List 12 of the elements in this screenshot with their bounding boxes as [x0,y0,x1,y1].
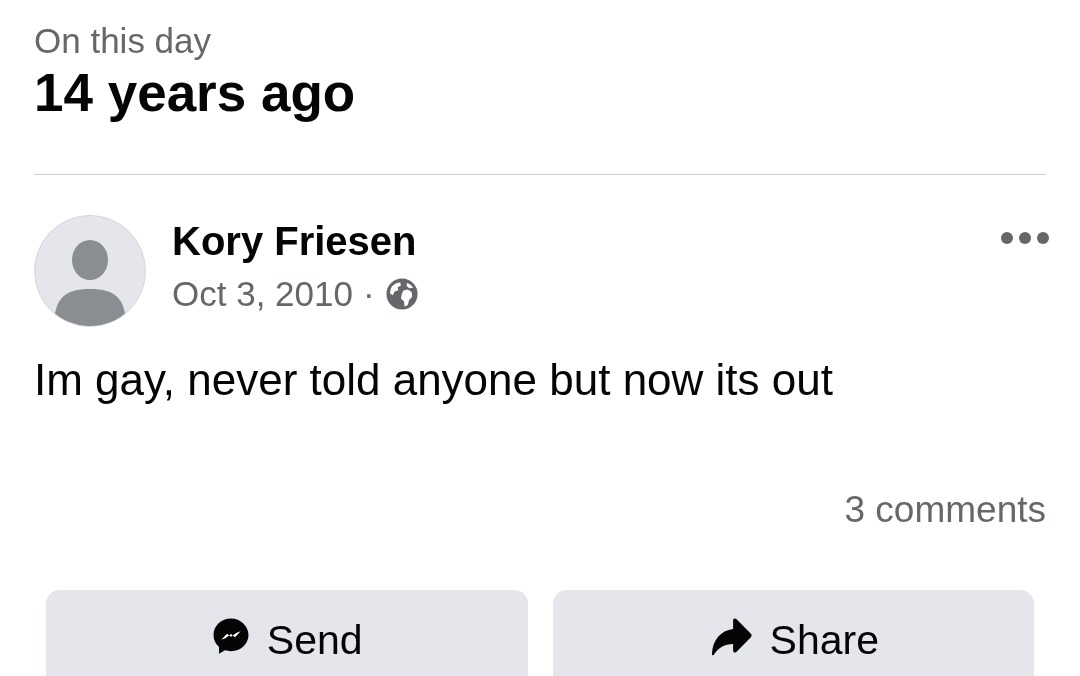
share-button[interactable]: Share [552,590,1034,676]
caption-text: On this day [34,20,212,62]
separator-text: · [362,273,375,315]
author-name[interactable]: Kory Friesen [172,217,417,265]
more-options-icon[interactable] [1000,231,1050,245]
post-date[interactable]: Oct 3, 2010 [172,273,353,315]
post-text: Im gay, never told anyone but now its out [34,354,833,406]
avatar-silhouette-icon[interactable] [34,215,146,327]
memory-title: 14 years ago [34,62,356,124]
comment-count-link[interactable]: 3 comments [844,488,1046,532]
send-button[interactable]: Send [46,590,528,676]
globe-icon [384,277,419,311]
